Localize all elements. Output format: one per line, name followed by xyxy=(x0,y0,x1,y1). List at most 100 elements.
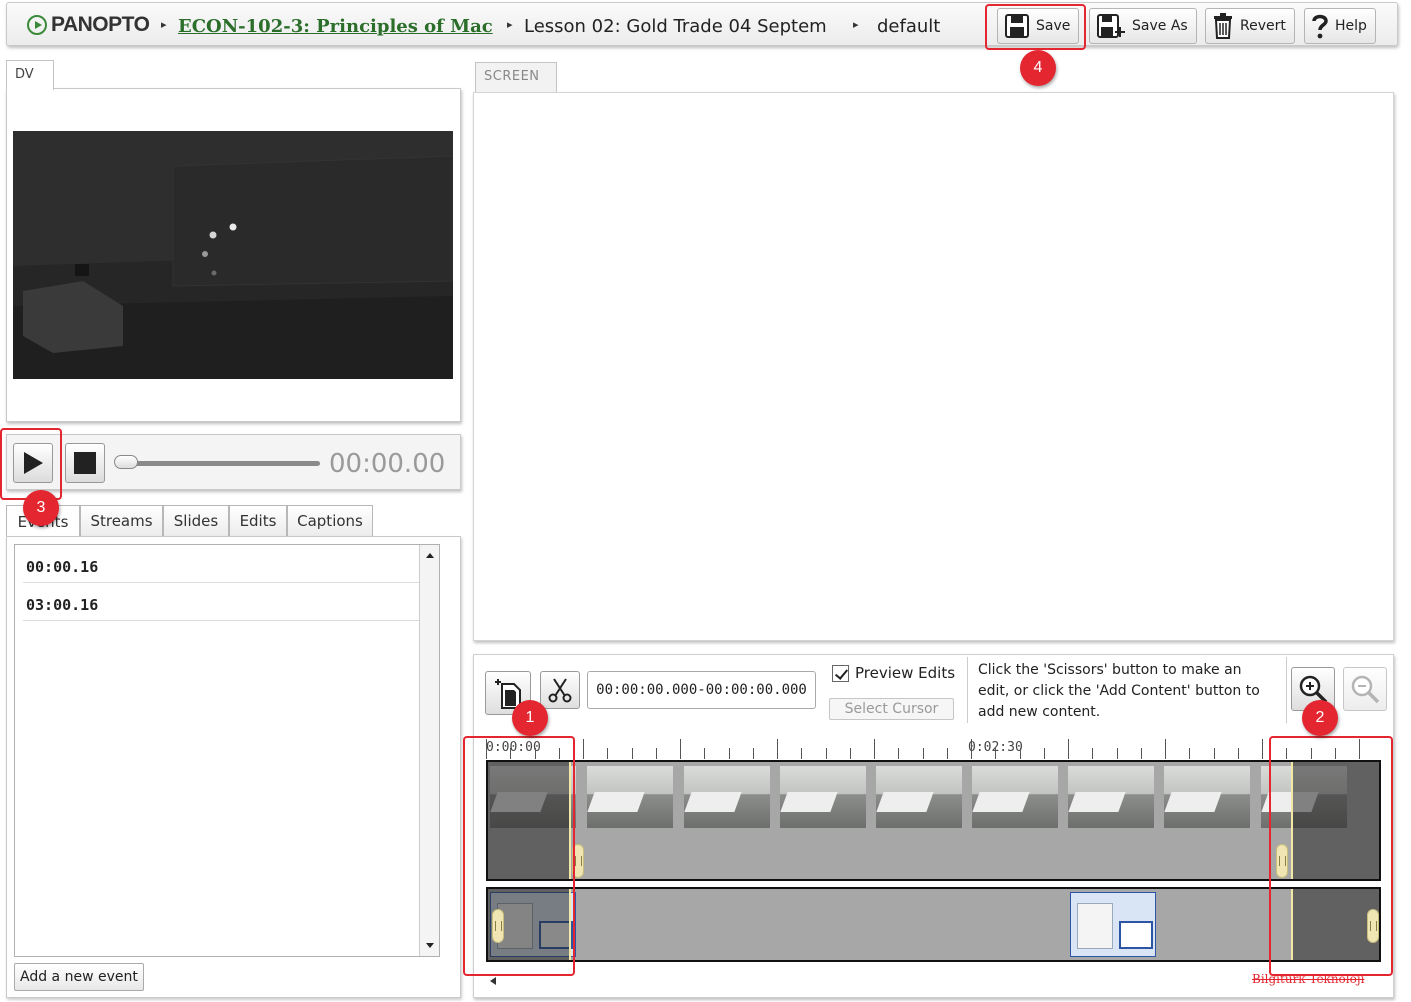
screen-track[interactable] xyxy=(486,887,1381,962)
ruler-minor-tick xyxy=(1214,748,1215,759)
ruler-minor-tick xyxy=(1044,748,1045,759)
ruler-label-mid: 0:02:30 xyxy=(968,740,1025,755)
trim-handle-left[interactable] xyxy=(492,909,504,943)
media-player-controls: 00:00.00 xyxy=(6,434,461,490)
tab-captions-label: Captions xyxy=(297,512,363,530)
help-button[interactable]: Help xyxy=(1304,8,1376,44)
tab-screen[interactable]: SCREEN xyxy=(475,62,557,92)
revert-button[interactable]: Revert xyxy=(1205,8,1295,44)
edit-end-marker[interactable] xyxy=(1291,889,1293,960)
play-button[interactable] xyxy=(13,443,53,483)
stop-button[interactable] xyxy=(65,443,105,483)
breadcrumb-separator: ▸ xyxy=(507,18,513,31)
floppy-disk-icon xyxy=(1005,14,1029,38)
save-as-button[interactable]: Save As xyxy=(1089,8,1197,44)
timeline-hint-text: Click the 'Scissors' button to make an e… xyxy=(967,657,1287,723)
tab-edits[interactable]: Edits xyxy=(229,505,287,536)
slide-thumbnail xyxy=(1070,892,1156,957)
ruler-minor-tick xyxy=(753,748,754,759)
scroll-left-icon[interactable] xyxy=(488,976,498,986)
save-as-label: Save As xyxy=(1132,18,1188,34)
scroll-down-icon xyxy=(426,943,434,948)
events-scrollbar[interactable] xyxy=(419,545,439,956)
ruler-minor-tick xyxy=(1335,748,1336,759)
annotation-badge-2: 2 xyxy=(1302,700,1338,736)
ruler-minor-tick xyxy=(947,748,948,759)
save-button[interactable]: Save xyxy=(997,8,1080,44)
trim-handle-right[interactable] xyxy=(1367,909,1379,943)
ruler-minor-tick xyxy=(1311,748,1312,759)
breadcrumb-course-link[interactable]: ECON-102-3: Principles of Mac xyxy=(178,16,493,37)
annotation-badge-3: 3 xyxy=(23,490,59,526)
timeline-ruler[interactable]: 0:00:00 0:02:30 xyxy=(486,735,1379,759)
list-item[interactable]: 03:00.16 xyxy=(23,583,431,621)
dv-video-frame[interactable] xyxy=(13,131,453,379)
trim-handle-end[interactable] xyxy=(1276,844,1288,878)
ruler-minor-tick xyxy=(704,748,705,759)
ruler-major-tick xyxy=(971,739,972,759)
trimmed-region-end xyxy=(1292,762,1379,879)
tab-streams[interactable]: Streams xyxy=(80,505,163,536)
video-thumbnail xyxy=(972,766,1058,828)
ruler-major-tick xyxy=(486,739,487,759)
ruler-minor-tick xyxy=(607,748,608,759)
ruler-minor-tick xyxy=(1189,748,1190,759)
scissors-button[interactable] xyxy=(540,671,580,709)
question-icon xyxy=(1312,14,1328,39)
ruler-major-tick xyxy=(1165,739,1166,759)
preview-edits-checkbox[interactable] xyxy=(832,664,849,682)
scroll-up-icon xyxy=(426,553,434,558)
edit-start-marker[interactable] xyxy=(569,762,571,879)
breadcrumb-lesson: Lesson 02: Gold Trade 04 Septem xyxy=(524,16,827,37)
breadcrumb-separator: ▸ xyxy=(161,18,167,31)
preview-edits-label: Preview Edits xyxy=(855,664,956,682)
tab-dv[interactable]: DV xyxy=(6,60,54,90)
dv-video-panel xyxy=(6,88,461,422)
ruler-minor-tick xyxy=(729,748,730,759)
select-cursor-button[interactable]: Select Cursor xyxy=(829,698,954,720)
video-thumbnail xyxy=(876,766,962,828)
video-track[interactable] xyxy=(486,760,1381,881)
zoom-out-button[interactable] xyxy=(1343,667,1387,711)
ruler-minor-tick xyxy=(1238,748,1239,759)
breadcrumb-view: default xyxy=(877,16,941,37)
preview-edits-toggle[interactable]: Preview Edits xyxy=(832,664,955,682)
stop-icon xyxy=(74,452,96,474)
ruler-major-tick xyxy=(583,739,584,759)
breadcrumb-separator: ▸ xyxy=(853,18,859,31)
watermark-text: Bilgitürk Teknoloji xyxy=(1252,972,1365,986)
panopto-logo[interactable]: PANOPTO xyxy=(27,13,150,37)
list-item[interactable]: 00:00.16 xyxy=(23,545,431,583)
floppy-plus-icon xyxy=(1097,14,1125,38)
screen-video-panel[interactable] xyxy=(473,92,1394,641)
playback-slider-handle[interactable] xyxy=(114,455,138,469)
add-event-button[interactable]: Add a new event xyxy=(14,963,144,991)
ruler-minor-tick xyxy=(1092,748,1093,759)
logo-text: PANOPTO xyxy=(51,13,150,36)
ruler-minor-tick xyxy=(535,748,536,759)
events-panel: 00:00.16 03:00.16 Add a new event xyxy=(6,536,461,998)
ruler-major-tick xyxy=(874,739,875,759)
playback-slider-track[interactable] xyxy=(122,461,320,466)
zoom-out-icon xyxy=(1351,675,1380,704)
edit-range-field[interactable]: 00:00:00.000-00:00:00.000 xyxy=(587,671,816,709)
annotation-badge-4: 4 xyxy=(1020,50,1056,86)
video-thumbnail xyxy=(780,766,866,828)
ruler-major-tick xyxy=(1262,739,1263,759)
tab-captions[interactable]: Captions xyxy=(287,505,373,536)
revert-label: Revert xyxy=(1240,18,1286,34)
tab-slides-label: Slides xyxy=(173,512,219,530)
edit-end-marker[interactable] xyxy=(1291,762,1293,879)
ruler-minor-tick xyxy=(1117,748,1118,759)
annotation-badge-1: 1 xyxy=(512,700,548,736)
ruler-minor-tick xyxy=(995,748,996,759)
ruler-minor-tick xyxy=(923,748,924,759)
edit-start-marker[interactable] xyxy=(569,889,571,960)
ruler-major-tick xyxy=(680,739,681,759)
ruler-minor-tick xyxy=(1141,748,1142,759)
tab-slides[interactable]: Slides xyxy=(163,505,229,536)
panopto-play-icon xyxy=(27,15,47,35)
video-thumbnail xyxy=(684,766,770,828)
video-thumbnail xyxy=(587,766,673,828)
trim-handle-start[interactable] xyxy=(572,844,584,878)
